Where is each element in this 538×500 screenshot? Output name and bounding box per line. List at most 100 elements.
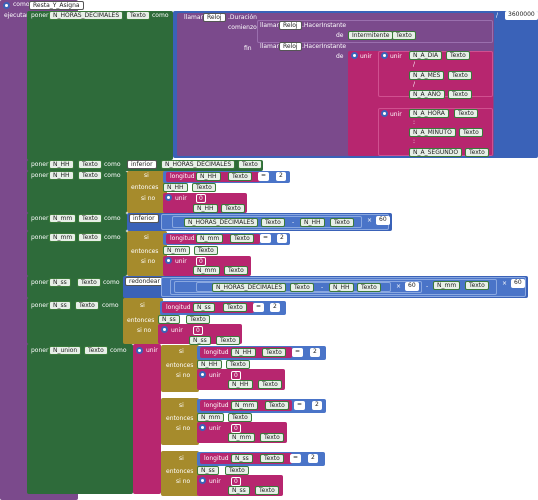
var-else[interactable]: N_mm bbox=[193, 266, 221, 275]
var-else[interactable]: N_ss bbox=[228, 486, 250, 495]
number-2[interactable]: 2 bbox=[312, 401, 322, 410]
number-2[interactable]: 2 bbox=[277, 234, 287, 243]
type-dropdown[interactable]: Texto bbox=[465, 281, 489, 290]
divisor-number[interactable]: 3600000 bbox=[505, 11, 538, 20]
var-n-a-minuto[interactable]: N_A_MINUTO bbox=[409, 128, 456, 137]
equals-operator[interactable]: = bbox=[253, 303, 265, 312]
type-dropdown[interactable]: Texto bbox=[357, 283, 381, 292]
equals-operator[interactable]: = bbox=[258, 172, 270, 181]
var-else[interactable]: N_HH bbox=[228, 380, 253, 389]
type-dropdown[interactable]: Texto bbox=[226, 360, 250, 369]
join-gear-icon[interactable] bbox=[165, 257, 172, 264]
string-slash[interactable]: / bbox=[411, 61, 418, 70]
var-b[interactable]: N_HH bbox=[300, 218, 325, 227]
type-dropdown[interactable]: Texto bbox=[454, 109, 478, 118]
var-len[interactable]: N_mm bbox=[196, 234, 224, 243]
type-dropdown[interactable]: Texto bbox=[192, 183, 216, 192]
type-dropdown[interactable]: Texto bbox=[230, 234, 254, 243]
type-dropdown[interactable]: Texto bbox=[221, 204, 245, 213]
intermitente-dropdown[interactable]: Intermitente bbox=[348, 31, 394, 40]
var-dropdown[interactable]: N_HH bbox=[49, 160, 74, 169]
type-dropdown[interactable]: Texto bbox=[392, 31, 416, 40]
var-n-a-ano[interactable]: N_A_AÑO bbox=[409, 90, 445, 99]
type-dropdown[interactable]: Texto bbox=[224, 266, 248, 275]
number-2[interactable]: 2 bbox=[308, 454, 318, 463]
var-dropdown[interactable]: N_mm bbox=[49, 233, 77, 242]
var-dropdown[interactable]: N_ss bbox=[49, 301, 71, 310]
equals-operator[interactable]: = bbox=[294, 401, 306, 410]
var-len[interactable]: N_HH bbox=[196, 172, 221, 181]
type-dropdown[interactable]: Texto bbox=[238, 160, 262, 169]
function-dropdown[interactable]: inferior bbox=[127, 160, 157, 169]
equals-operator[interactable]: = bbox=[292, 348, 304, 357]
string-colon[interactable]: : bbox=[411, 119, 418, 128]
type-dropdown[interactable]: Texto bbox=[265, 401, 289, 410]
type-dropdown[interactable]: Texto bbox=[225, 466, 249, 475]
join-gear-icon[interactable] bbox=[161, 326, 168, 333]
type-dropdown[interactable]: Texto bbox=[262, 348, 286, 357]
type-dropdown[interactable]: Texto bbox=[448, 71, 472, 80]
type-dropdown[interactable]: Texto bbox=[261, 218, 285, 227]
function-dropdown[interactable]: inferior bbox=[129, 214, 159, 223]
reloj-dropdown[interactable]: Reloj bbox=[279, 21, 302, 30]
type-dropdown[interactable]: Texto bbox=[77, 278, 101, 287]
join-gear-icon[interactable] bbox=[165, 194, 172, 201]
string-zero[interactable]: 0 bbox=[231, 371, 241, 380]
var-dropdown[interactable]: N_HORAS_DECIMALES bbox=[49, 11, 124, 20]
type-dropdown[interactable]: Texto bbox=[78, 214, 102, 223]
type-dropdown[interactable]: Texto bbox=[194, 246, 218, 255]
var-else[interactable]: N_HH bbox=[193, 204, 218, 213]
number-2[interactable]: 2 bbox=[276, 172, 286, 181]
type-dropdown[interactable]: Texto bbox=[78, 233, 102, 242]
type-dropdown[interactable]: Texto bbox=[228, 172, 252, 181]
var-len[interactable]: N_HH bbox=[231, 348, 256, 357]
join-block-union[interactable] bbox=[133, 344, 161, 494]
type-dropdown[interactable]: Texto bbox=[216, 336, 240, 345]
var-len[interactable]: N_ss bbox=[193, 303, 215, 312]
join-gear-icon[interactable] bbox=[381, 52, 388, 59]
type-dropdown[interactable]: Texto bbox=[78, 171, 102, 180]
string-zero[interactable]: 0 bbox=[231, 424, 241, 433]
join-gear-icon[interactable] bbox=[351, 52, 358, 59]
var-then[interactable]: N_ss bbox=[158, 315, 180, 324]
function-dropdown[interactable]: redondear bbox=[125, 277, 164, 286]
var-n-a-hora[interactable]: N_A_HORA bbox=[409, 109, 449, 118]
join-gear-icon[interactable] bbox=[199, 424, 206, 431]
type-dropdown[interactable]: Texto bbox=[260, 433, 284, 442]
var-b[interactable]: N_HH bbox=[329, 283, 354, 292]
type-dropdown[interactable]: Texto bbox=[186, 315, 210, 324]
type-dropdown[interactable]: Texto bbox=[75, 301, 99, 310]
number-60[interactable]: 60 bbox=[376, 216, 390, 225]
number-60[interactable]: 60 bbox=[405, 282, 419, 291]
type-dropdown[interactable]: Texto bbox=[448, 90, 472, 99]
type-dropdown[interactable]: Texto bbox=[223, 303, 247, 312]
number-2[interactable]: 2 bbox=[310, 348, 320, 357]
type-dropdown[interactable]: Texto bbox=[446, 51, 470, 60]
var-dropdown[interactable]: N_mm bbox=[49, 214, 77, 223]
number-2[interactable]: 2 bbox=[270, 303, 280, 312]
var-then[interactable]: N_mm bbox=[163, 246, 191, 255]
number-60[interactable]: 60 bbox=[511, 279, 525, 288]
join-gear-icon[interactable] bbox=[381, 110, 388, 117]
join-gear-icon[interactable] bbox=[199, 371, 206, 378]
var-then[interactable]: N_ss bbox=[197, 466, 219, 475]
equals-operator[interactable]: = bbox=[260, 234, 272, 243]
type-dropdown[interactable]: Texto bbox=[465, 148, 489, 157]
set-block-horas-decimales[interactable] bbox=[27, 11, 173, 160]
var-a[interactable]: N_HORAS_DECIMALES bbox=[184, 218, 259, 227]
type-dropdown[interactable]: Texto bbox=[330, 218, 354, 227]
type-dropdown[interactable]: Texto bbox=[126, 11, 150, 20]
type-dropdown[interactable]: Texto bbox=[228, 413, 252, 422]
var-len[interactable]: N_mm bbox=[231, 401, 259, 410]
equals-operator[interactable]: = bbox=[290, 454, 302, 463]
set-block-n-union[interactable] bbox=[27, 344, 133, 494]
string-zero[interactable]: 0 bbox=[196, 194, 206, 203]
string-slash[interactable]: / bbox=[411, 81, 418, 90]
type-dropdown[interactable]: Texto bbox=[78, 160, 102, 169]
string-colon[interactable]: : bbox=[411, 138, 418, 147]
var-dropdown[interactable]: N_ss bbox=[49, 278, 71, 287]
var-then[interactable]: N_mm bbox=[197, 413, 225, 422]
var-n-a-segundo[interactable]: N_A_SEGUNDO bbox=[409, 148, 463, 157]
procedure-gear-icon[interactable] bbox=[3, 2, 10, 9]
string-zero[interactable]: 0 bbox=[231, 477, 241, 486]
